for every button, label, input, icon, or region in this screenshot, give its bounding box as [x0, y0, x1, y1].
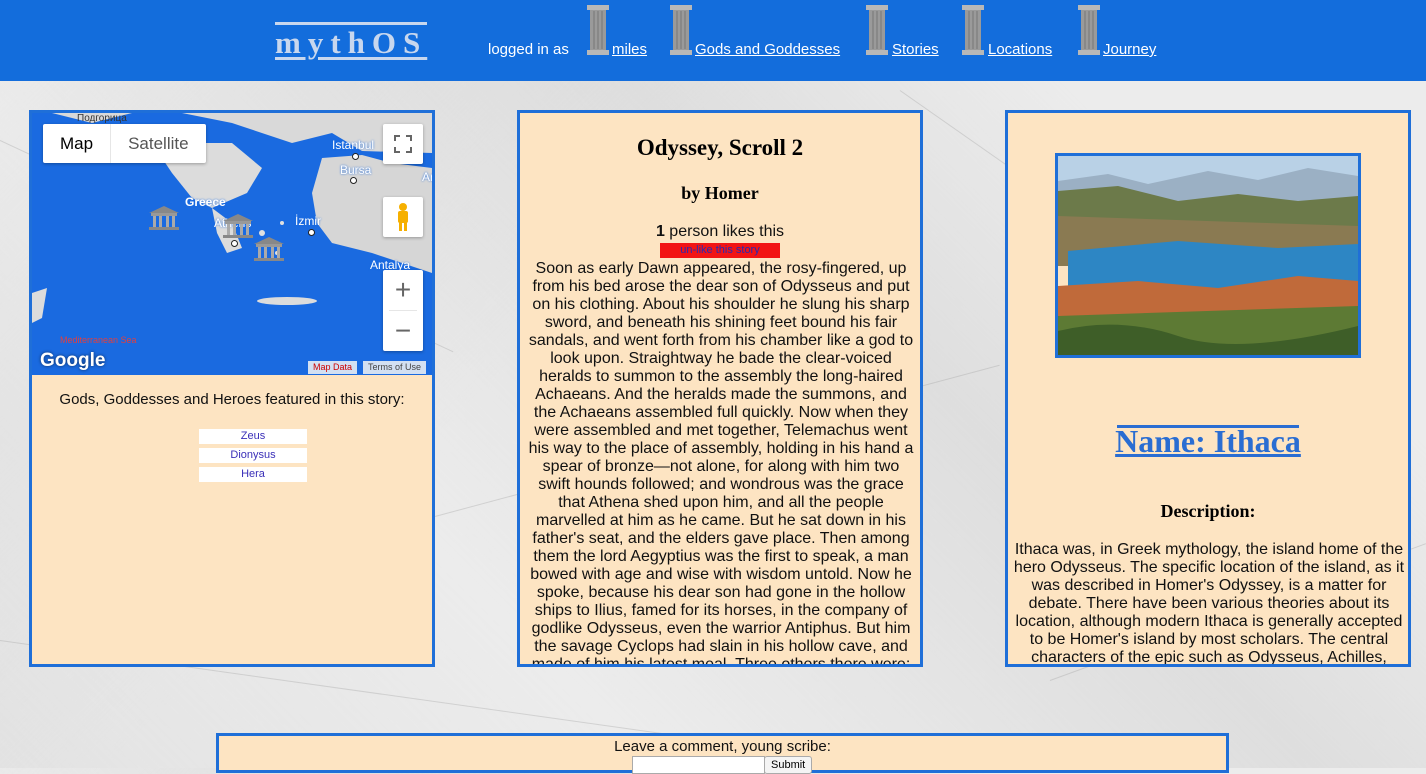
story-title: Odyssey, Scroll 2: [636, 135, 804, 160]
likes-count: 1: [655, 223, 665, 240]
pillar-icon: [962, 5, 984, 55]
location-photo: [1055, 153, 1361, 358]
map-city-marker: [352, 153, 359, 160]
god-link-hera[interactable]: Hera: [199, 467, 307, 482]
map-sea-label: Mediterranean Sea: [60, 335, 137, 345]
zoom-in-button[interactable]: +: [395, 270, 411, 310]
terms-of-use-link[interactable]: Terms of Use: [363, 361, 427, 374]
comment-input[interactable]: [632, 756, 765, 774]
featured-heading: Gods, Goddesses and Heroes featured in t…: [59, 391, 405, 408]
location-description: Ithaca was, in Greek mythology, the isla…: [1013, 541, 1405, 666]
google-logo: Google: [40, 350, 106, 371]
zoom-control: + −: [383, 270, 423, 351]
temple-marker-icon[interactable]: [147, 205, 181, 231]
nav-user-link[interactable]: miles: [612, 41, 647, 58]
location-name-link[interactable]: Name: Ithaca: [1008, 423, 1408, 460]
map-data-link[interactable]: Map Data: [308, 361, 358, 374]
nav-locations-link[interactable]: Locations: [988, 41, 1052, 58]
fullscreen-button[interactable]: [383, 124, 423, 164]
map-city-label: İzmir: [295, 214, 321, 228]
zoom-out-button[interactable]: −: [395, 311, 411, 351]
description-heading: Description:: [1160, 501, 1256, 521]
pillar-icon: [670, 5, 692, 55]
unlike-button[interactable]: un-like this story: [660, 243, 780, 258]
ithaca-harbor-image: [1058, 156, 1358, 355]
map-city-label: Ar: [422, 170, 432, 184]
location-panel: Name: Ithaca Description: Ithaca was, in…: [1005, 110, 1411, 667]
map-type-satellite-button[interactable]: Satellite: [110, 124, 205, 163]
story-text: Soon as early Dawn appeared, the rosy-fi…: [528, 260, 914, 667]
likes-counter: 1 person likes this: [520, 223, 920, 241]
story-panel: Odyssey, Scroll 2 by Homer 1 person like…: [517, 110, 923, 667]
nav-journey-link[interactable]: Journey: [1103, 41, 1156, 58]
google-map[interactable]: Подгорица Istanbul Bursa Ar Greece Athen…: [32, 113, 432, 375]
temple-marker-icon[interactable]: [252, 236, 286, 262]
map-country-label: Greece: [185, 195, 226, 209]
map-city-label: Подгорица: [77, 113, 127, 124]
pillar-icon: [1078, 5, 1100, 55]
submit-comment-button[interactable]: Submit: [764, 756, 813, 774]
pillar-icon: [587, 5, 609, 55]
street-view-pegman[interactable]: [383, 197, 423, 237]
nav-gods-link[interactable]: Gods and Goddesses: [695, 41, 840, 58]
pillar-icon: [866, 5, 888, 55]
map-panel: Подгорица Istanbul Bursa Ar Greece Athen…: [29, 110, 435, 667]
god-link-dionysus[interactable]: Dionysus: [199, 448, 307, 463]
comment-panel: Leave a comment, young scribe: Submit: [216, 733, 1229, 774]
map-city-marker: [308, 229, 315, 236]
map-type-control: Map Satellite: [43, 124, 206, 163]
temple-marker-icon[interactable]: [221, 213, 255, 239]
top-navbar: mythOS logged in as miles Gods and Godde…: [0, 0, 1426, 81]
comment-label: Leave a comment, young scribe:: [614, 738, 831, 755]
logged-in-label: logged in as: [488, 41, 569, 58]
map-type-map-button[interactable]: Map: [43, 124, 110, 163]
map-city-label: Bursa: [340, 163, 372, 177]
god-link-zeus[interactable]: Zeus: [199, 429, 307, 444]
map-city-label: Istanbul: [332, 138, 375, 152]
brand-logo[interactable]: mythOS: [275, 22, 428, 61]
story-author: by Homer: [681, 183, 759, 203]
pegman-icon: [398, 203, 408, 231]
map-city-marker: [231, 240, 238, 247]
fullscreen-icon: [394, 135, 412, 153]
likes-text: person likes this: [664, 223, 785, 240]
map-city-marker: [350, 177, 357, 184]
nav-stories-link[interactable]: Stories: [892, 41, 939, 58]
